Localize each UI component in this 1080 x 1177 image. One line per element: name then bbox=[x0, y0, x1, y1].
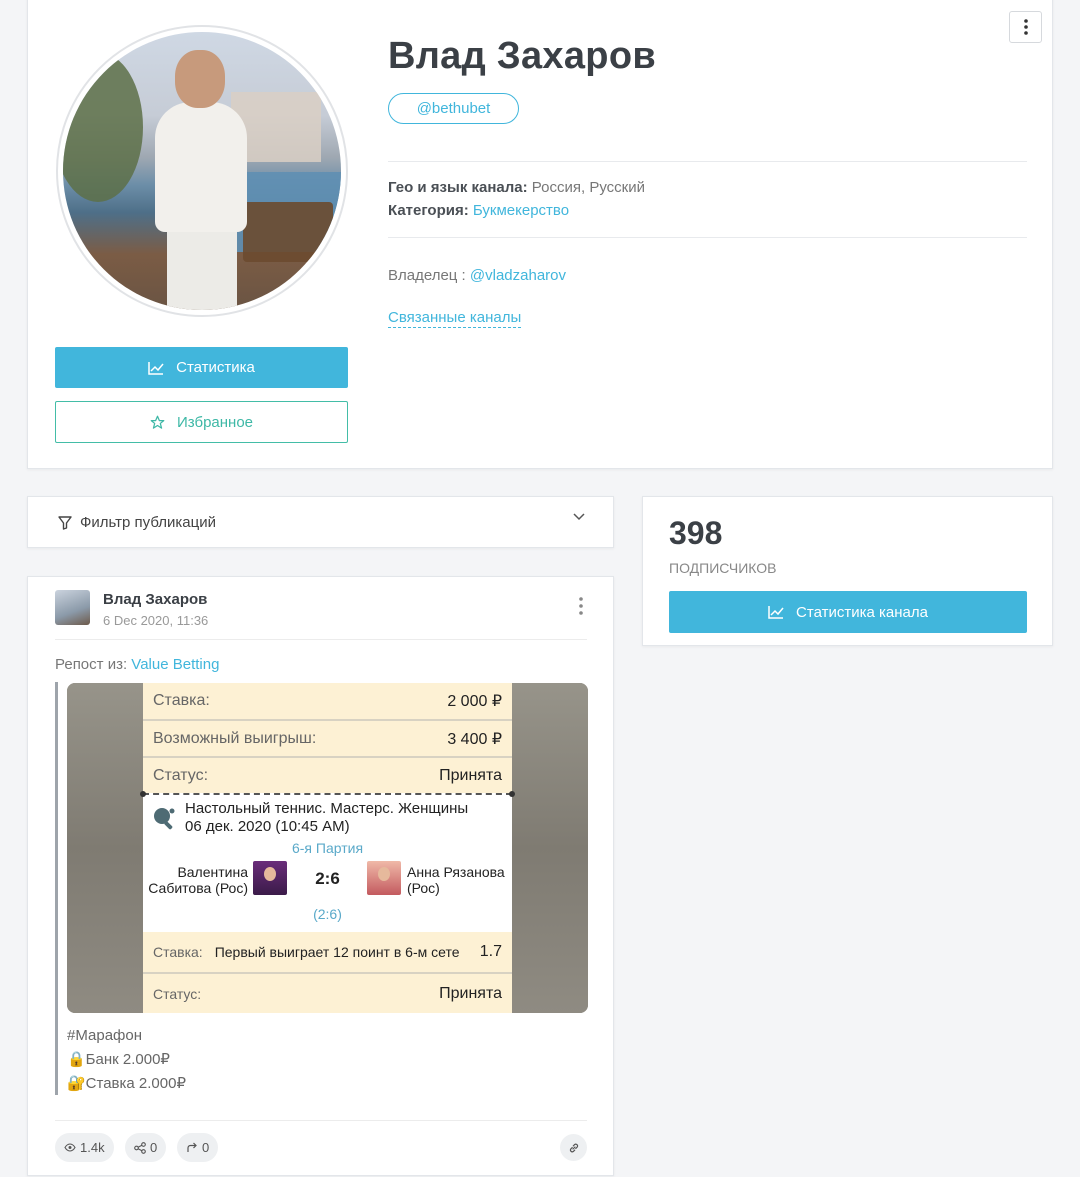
related-channels-link[interactable]: Связанные каналы bbox=[388, 309, 522, 328]
player2-name-line1: Анна Рязанова bbox=[407, 864, 505, 880]
status-value: Принята bbox=[439, 766, 502, 784]
views-badge[interactable]: 1.4k bbox=[55, 1133, 114, 1162]
divider bbox=[55, 1120, 587, 1121]
statistics-button-label: Статистика bbox=[176, 359, 255, 376]
stake-label: Ставка: bbox=[153, 692, 210, 709]
status2-label: Статус: bbox=[153, 985, 202, 1002]
category-label: Категория: bbox=[388, 202, 469, 219]
link-icon bbox=[569, 1143, 578, 1152]
statistics-button[interactable]: Статистика bbox=[55, 347, 348, 388]
category-link[interactable]: Букмекерство bbox=[473, 202, 569, 219]
avatar-photo bbox=[63, 32, 341, 310]
channel-handle[interactable]: @bethubet bbox=[388, 93, 519, 124]
chevron-down-icon[interactable] bbox=[573, 513, 585, 521]
copy-link-button[interactable] bbox=[560, 1134, 587, 1161]
repost-label: Репост из: bbox=[55, 656, 128, 673]
match-date: 06 дек. 2020 (10:45 AM) bbox=[185, 818, 350, 835]
bet-detail-label: Ставка: bbox=[153, 944, 203, 960]
status2-row: Статус: Принята bbox=[143, 974, 512, 1013]
more-menu-button[interactable] bbox=[1009, 11, 1042, 43]
funnel-icon bbox=[58, 515, 72, 530]
star-icon bbox=[150, 415, 165, 429]
chart-icon bbox=[148, 361, 164, 375]
subscribers-count: 398 bbox=[669, 515, 723, 551]
eye-icon bbox=[64, 1143, 76, 1152]
channel-statistics-label: Статистика канала bbox=[796, 603, 928, 621]
post-menu-icon[interactable] bbox=[579, 597, 583, 615]
win-value: 3 400 ₽ bbox=[447, 730, 502, 748]
divider bbox=[55, 639, 587, 640]
shares-badge[interactable]: 0 bbox=[125, 1133, 167, 1162]
blurred-background bbox=[512, 683, 588, 1013]
player2-name-line2: (Рос) bbox=[407, 880, 440, 896]
post-card: Влад Захаров 6 Dec 2020, 11:36 Репост из… bbox=[27, 576, 614, 1176]
filter-label-row: Фильтр публикаций bbox=[58, 514, 216, 531]
owner-link[interactable]: @vladzaharov bbox=[470, 267, 566, 284]
filter-label: Фильтр публикаций bbox=[80, 514, 216, 531]
table-tennis-icon bbox=[154, 808, 175, 830]
geo-value: Россия, Русский bbox=[531, 179, 645, 196]
publication-filter[interactable]: Фильтр публикаций bbox=[27, 496, 614, 548]
forwards-badge[interactable]: 0 bbox=[177, 1133, 219, 1162]
post-text-line: 🔒Банк 2.000₽ bbox=[67, 1051, 170, 1068]
bet-slip-image[interactable]: Ставка: 2 000 ₽ Возможный выигрыш: 3 400… bbox=[67, 683, 588, 1013]
match-title-line1: Настольный теннис. Мастерс. Женщины bbox=[185, 800, 469, 817]
subscribers-card: 398 ПОДПИСЧИКОВ Статистика канала bbox=[642, 496, 1053, 646]
post-author-avatar[interactable] bbox=[55, 590, 90, 625]
channel-avatar bbox=[56, 25, 348, 317]
status-row: Статус: Принята bbox=[143, 758, 512, 793]
chart-icon bbox=[768, 606, 784, 619]
win-label: Возможный выигрыш: bbox=[153, 729, 317, 747]
profile-card: Статистика Избранное Влад Захаров @bethu… bbox=[27, 0, 1053, 469]
win-row: Возможный выигрыш: 3 400 ₽ bbox=[143, 721, 512, 756]
stake-row: Ставка: 2 000 ₽ bbox=[143, 683, 512, 719]
channel-statistics-button[interactable]: Статистика канала bbox=[669, 591, 1027, 633]
share-icon bbox=[134, 1141, 146, 1154]
blurred-background bbox=[67, 683, 143, 1013]
forward-icon bbox=[187, 1142, 197, 1152]
divider bbox=[388, 237, 1027, 238]
dashed-divider bbox=[140, 791, 515, 797]
player2-name: Анна Рязанова (Рос) bbox=[407, 864, 505, 896]
match-part: 6-я Партия bbox=[291, 840, 364, 856]
channel-name: Влад Захаров bbox=[388, 35, 656, 77]
post-text-line: 🔐Ставка 2.000₽ bbox=[67, 1075, 187, 1092]
bet-detail-text: Первый выиграет 12 поинт в 6-м сете bbox=[214, 944, 460, 960]
post-date: 6 Dec 2020, 11:36 bbox=[103, 613, 209, 628]
bet-detail-row: Ставка: Первый выиграет 12 поинт в 6-м с… bbox=[143, 932, 512, 972]
favorite-button[interactable]: Избранное bbox=[55, 401, 348, 443]
status-label: Статус: bbox=[153, 766, 209, 784]
subscribers-label: ПОДПИСЧИКОВ bbox=[669, 560, 777, 576]
match-title: Настольный теннис. Мастерс. Женщины 06 д… bbox=[185, 800, 468, 836]
player2-photo bbox=[367, 861, 401, 895]
geo-label: Гео и язык канала: bbox=[388, 179, 528, 196]
owner-label: Владелец : bbox=[388, 267, 466, 284]
bet-odd: 1.7 bbox=[479, 943, 502, 960]
status2-value: Принята bbox=[439, 984, 502, 1002]
repost-source-link[interactable]: Value Betting bbox=[131, 656, 219, 673]
views-count: 1.4k bbox=[80, 1140, 105, 1155]
category-line: Категория: Букмекерство bbox=[388, 202, 569, 219]
repost-line: Репост из: Value Betting bbox=[55, 656, 219, 673]
quote-bar bbox=[55, 682, 58, 1095]
geo-line: Гео и язык канала: Россия, Русский bbox=[388, 179, 645, 196]
match-subscore: (2:6) bbox=[313, 906, 342, 922]
post-author[interactable]: Влад Захаров bbox=[103, 591, 207, 608]
vertical-dots-icon bbox=[1023, 19, 1028, 35]
forwards-count: 0 bbox=[202, 1140, 210, 1155]
post-text-line: #Марафон bbox=[67, 1027, 142, 1044]
shares-count: 0 bbox=[150, 1140, 158, 1155]
bet-slip: Ставка: 2 000 ₽ Возможный выигрыш: 3 400… bbox=[140, 683, 515, 1013]
divider bbox=[388, 161, 1027, 162]
owner-line: Владелец : @vladzaharov bbox=[388, 267, 566, 284]
stake-value: 2 000 ₽ bbox=[447, 693, 502, 710]
favorite-button-label: Избранное bbox=[176, 413, 254, 431]
